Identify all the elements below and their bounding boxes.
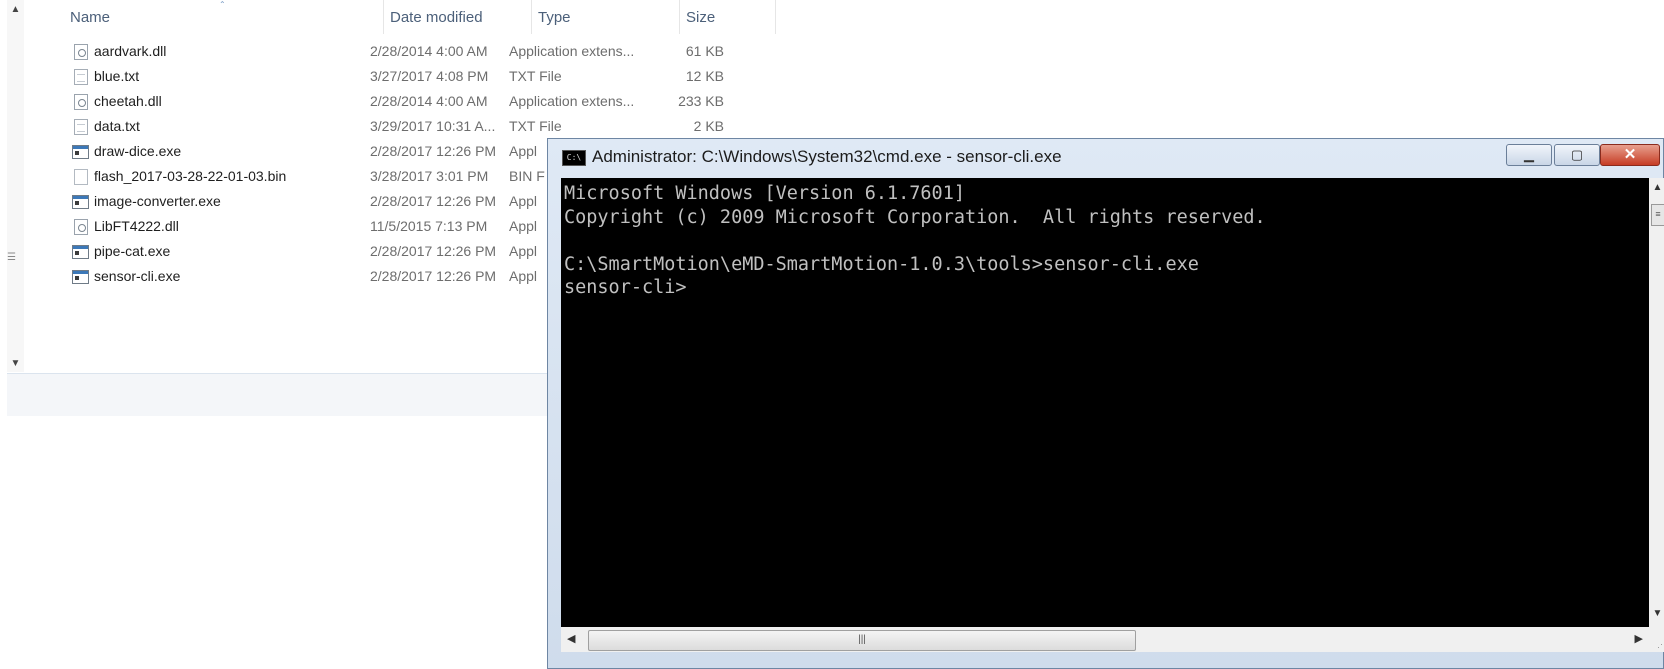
exe-file-icon [72, 245, 89, 259]
resize-grip-icon[interactable]: ⋰ [1649, 627, 1664, 652]
vertical-scroll-thumb[interactable]: ≡ [1651, 204, 1664, 226]
file-row[interactable]: blue.txt 3/27/2017 4:08 PM TXT File 12 K… [64, 64, 774, 90]
cmd-app-icon[interactable]: C:\ [562, 150, 586, 166]
file-size: 61 KB [685, 43, 724, 59]
file-date-modified: 11/5/2015 7:13 PM [370, 218, 488, 234]
file-name: blue.txt [94, 68, 140, 84]
window-title: Administrator: C:\Windows\System32\cmd.e… [592, 147, 1062, 166]
scroll-up-arrow-icon[interactable]: ▲ [7, 4, 24, 15]
file-row[interactable]: cheetah.dll 2/28/2014 4:00 AM Applicatio… [64, 89, 774, 115]
file-type: BIN F [509, 168, 545, 184]
file-date-modified: 2/28/2017 12:26 PM [370, 143, 497, 159]
bin-file-icon [74, 169, 88, 185]
scroll-down-arrow-icon[interactable]: ▼ [1649, 608, 1664, 619]
file-name: aardvark.dll [94, 43, 167, 59]
file-name: cheetah.dll [94, 93, 162, 109]
file-type: Appl [509, 218, 538, 234]
file-name: image-converter.exe [94, 193, 221, 209]
file-date-modified: 2/28/2017 12:26 PM [370, 193, 497, 209]
file-date-modified: 2/28/2017 12:26 PM [370, 268, 497, 284]
console-line: C:\SmartMotion\eMD-SmartMotion-1.0.3\too… [564, 253, 1199, 275]
maximize-button[interactable]: ▢ [1554, 144, 1600, 166]
exe-file-icon [72, 195, 89, 209]
file-date-modified: 3/29/2017 10:31 A... [370, 118, 496, 134]
console-line: Microsoft Windows [Version 6.1.7601] [564, 183, 965, 204]
file-type: Appl [509, 243, 538, 259]
console-prompt[interactable]: sensor-cli> [564, 277, 687, 298]
console-output[interactable]: Microsoft Windows [Version 6.1.7601] Cop… [561, 178, 1649, 627]
details-pane [7, 373, 547, 416]
text-file-icon [74, 69, 88, 85]
file-name: draw-dice.exe [94, 143, 182, 159]
command-prompt-window[interactable]: C:\ Administrator: C:\Windows\System32\c… [547, 138, 1664, 669]
console-line: Copyright (c) 2009 Microsoft Corporation… [564, 206, 1266, 228]
column-header-type[interactable]: Type [532, 0, 680, 34]
file-date-modified: 2/28/2014 4:00 AM [370, 93, 488, 109]
exe-file-icon [72, 145, 89, 159]
file-date-modified: 2/28/2014 4:00 AM [370, 43, 488, 59]
splitter-grip-icon[interactable]: ☰ [7, 252, 17, 263]
text-file-icon [74, 119, 88, 135]
navigation-pane-scrollbar[interactable] [7, 0, 25, 372]
window-title-bar[interactable]: C:\ Administrator: C:\Windows\System32\c… [548, 139, 1663, 173]
file-date-modified: 3/27/2017 4:08 PM [370, 68, 489, 84]
vertical-scrollbar[interactable]: ▲ ≡ ▼ [1649, 178, 1664, 627]
file-type: TXT File [509, 68, 562, 84]
file-name: LibFT4222.dll [94, 218, 179, 234]
file-row[interactable]: aardvark.dll 2/28/2014 4:00 AM Applicati… [64, 39, 774, 65]
scroll-down-arrow-icon[interactable]: ▼ [7, 358, 24, 369]
file-name: sensor-cli.exe [94, 268, 181, 284]
dll-file-icon [74, 94, 88, 110]
file-name: data.txt [94, 118, 140, 134]
file-date-modified: 2/28/2017 12:26 PM [370, 243, 497, 259]
close-button[interactable]: ✕ [1600, 144, 1660, 166]
file-row[interactable]: data.txt 3/29/2017 10:31 A... TXT File 2… [64, 114, 774, 140]
exe-file-icon [72, 270, 89, 284]
file-type: Appl [509, 193, 538, 209]
column-header-date-modified[interactable]: Date modified [384, 0, 532, 34]
horizontal-scroll-thumb[interactable]: ||| [588, 630, 1136, 651]
file-size: 12 KB [685, 68, 724, 84]
file-size: 2 KB [693, 118, 724, 134]
file-date-modified: 3/28/2017 3:01 PM [370, 168, 489, 184]
file-name: flash_2017-03-28-22-01-03.bin [94, 168, 287, 184]
file-type: Appl [509, 143, 538, 159]
horizontal-scrollbar[interactable]: ◀ ||| ▶ [561, 627, 1649, 652]
dll-file-icon [74, 44, 88, 60]
minimize-button[interactable]: ▁ [1506, 144, 1552, 166]
file-size: 233 KB [678, 93, 724, 109]
scroll-up-arrow-icon[interactable]: ▲ [1649, 182, 1664, 193]
scroll-left-arrow-icon[interactable]: ◀ [567, 632, 575, 645]
file-name: pipe-cat.exe [94, 243, 171, 259]
column-header-name[interactable]: Name [64, 0, 384, 34]
file-type: Appl [509, 268, 538, 284]
file-type: Application extens... [509, 93, 635, 109]
scroll-right-arrow-icon[interactable]: ▶ [1635, 632, 1643, 645]
file-type: TXT File [509, 118, 562, 134]
file-type: Application extens... [509, 43, 635, 59]
dll-file-icon [74, 219, 88, 235]
column-header-size[interactable]: Size [680, 0, 776, 34]
